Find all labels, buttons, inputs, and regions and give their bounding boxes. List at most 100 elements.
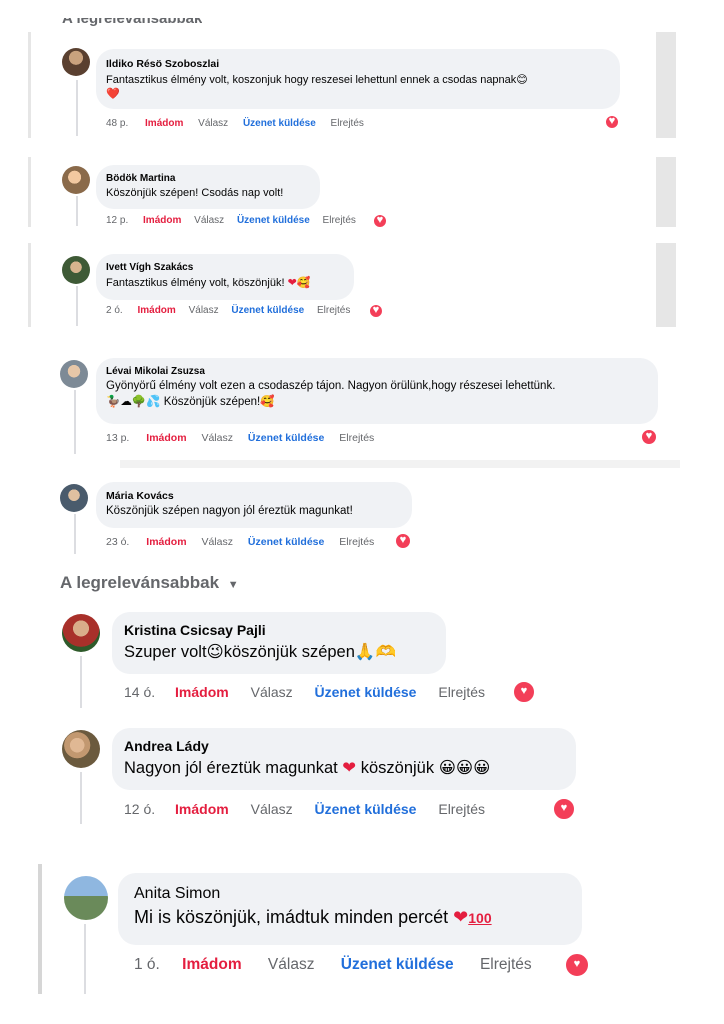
reply-button[interactable]: Válasz bbox=[201, 536, 233, 548]
hide-button[interactable]: Elrejtés bbox=[339, 432, 374, 444]
reply-button[interactable]: Válasz bbox=[251, 684, 293, 700]
comment-author[interactable]: Lévai Mikolai Zsuzsa bbox=[106, 366, 648, 377]
red-heart-emoji-icon: ❤ bbox=[342, 759, 357, 777]
thread-line bbox=[84, 924, 86, 994]
section-header-label: A legrelevánsabbak bbox=[60, 573, 220, 592]
comment-time[interactable]: 2 ó. bbox=[106, 305, 123, 316]
avatar[interactable] bbox=[62, 166, 90, 194]
smile-emoji-icon: 😊 bbox=[516, 74, 528, 86]
comment-author[interactable]: Bödök Martina bbox=[106, 173, 310, 184]
love-reaction-icon[interactable] bbox=[394, 532, 412, 550]
comment-text: Szuper volt😉köszönjük szépen🙏🫶 bbox=[124, 643, 397, 661]
hide-button[interactable]: Elrejtés bbox=[317, 305, 350, 316]
praying-hands-emoji-icon: 🙏 bbox=[354, 643, 376, 661]
comment-author[interactable]: Andrea Lády bbox=[124, 738, 564, 754]
like-button[interactable]: Imádom bbox=[146, 432, 186, 444]
reply-button[interactable]: Válasz bbox=[198, 118, 228, 129]
comment-time[interactable]: 12 ó. bbox=[124, 801, 155, 817]
comment-bubble: Anita Simon Mi is köszönjük, imádtuk min… bbox=[118, 873, 582, 945]
hide-button[interactable]: Elrejtés bbox=[323, 215, 356, 226]
love-reaction-icon[interactable] bbox=[512, 680, 536, 704]
send-message-button[interactable]: Üzenet küldése bbox=[315, 684, 417, 700]
avatar[interactable] bbox=[62, 256, 90, 284]
screenshot-border bbox=[656, 32, 676, 138]
smile-emoji-icon: 😉 bbox=[206, 643, 224, 661]
screenshot-border bbox=[120, 460, 680, 468]
comment-text-line2: 🦆☁🌳💦 Köszönjük szépen!🥰 bbox=[106, 396, 275, 408]
hide-button[interactable]: Elrejtés bbox=[480, 956, 532, 974]
comment-time[interactable]: 13 p. bbox=[106, 432, 129, 444]
comment-time[interactable]: 23 ó. bbox=[106, 536, 129, 548]
send-message-button[interactable]: Üzenet küldése bbox=[315, 801, 417, 817]
reply-button[interactable]: Válasz bbox=[189, 305, 219, 316]
water-emoji-icon: 💦 bbox=[146, 396, 161, 408]
reply-button[interactable]: Válasz bbox=[194, 215, 224, 226]
send-message-button[interactable]: Üzenet küldése bbox=[248, 432, 324, 444]
avatar[interactable] bbox=[62, 614, 100, 652]
like-button[interactable]: Imádom bbox=[182, 956, 241, 974]
like-button[interactable]: Imádom bbox=[145, 118, 183, 129]
love-reaction-icon[interactable] bbox=[368, 303, 384, 319]
send-message-button[interactable]: Üzenet küldése bbox=[341, 956, 454, 974]
thread-line bbox=[80, 656, 82, 708]
like-button[interactable]: Imádom bbox=[143, 215, 181, 226]
reply-button[interactable]: Válasz bbox=[201, 432, 233, 444]
hide-button[interactable]: Elrejtés bbox=[438, 801, 485, 817]
duck-emoji-icon: 🦆 bbox=[106, 396, 121, 408]
thread-line bbox=[76, 286, 78, 326]
grinning-emoji-icon: 😀😀😀 bbox=[438, 759, 491, 777]
section-header[interactable]: A legrelevánsabbak ▼ bbox=[60, 573, 239, 593]
comment-text: Fantasztikus élmény volt, koszonjuk hogy… bbox=[106, 74, 528, 86]
avatar[interactable] bbox=[62, 730, 100, 768]
avatar[interactable] bbox=[60, 360, 88, 388]
comment-author[interactable]: Ildiko Résö Szoboszlai bbox=[106, 58, 610, 70]
comment-actions: 12 p. Imádom Válasz Üzenet küldése Elrej… bbox=[106, 215, 356, 226]
comment-time[interactable]: 48 p. bbox=[106, 118, 128, 129]
avatar[interactable] bbox=[64, 876, 108, 920]
cloud-emoji-icon: ☁ bbox=[120, 396, 132, 408]
comment-actions: 23 ó. Imádom Válasz Üzenet küldése Elrej… bbox=[106, 536, 374, 548]
hide-button[interactable]: Elrejtés bbox=[331, 118, 364, 129]
comment-time[interactable]: 14 ó. bbox=[124, 684, 155, 700]
love-reaction-icon[interactable] bbox=[552, 797, 576, 821]
send-message-button[interactable]: Üzenet küldése bbox=[237, 215, 310, 226]
section-header-partial[interactable]: A legrelevánsabbak ▼ bbox=[62, 18, 202, 32]
like-button[interactable]: Imádom bbox=[137, 305, 175, 316]
love-reaction-icon[interactable] bbox=[564, 952, 590, 978]
comment-author[interactable]: Kristina Csicsay Pajli bbox=[124, 622, 434, 638]
avatar[interactable] bbox=[60, 484, 88, 512]
chevron-down-icon: ▼ bbox=[227, 579, 239, 591]
love-reaction-icon[interactable] bbox=[372, 213, 388, 229]
screenshot-border bbox=[28, 157, 31, 227]
thread-line bbox=[80, 772, 82, 824]
send-message-button[interactable]: Üzenet küldése bbox=[231, 305, 304, 316]
comment-bubble: Andrea Lády Nagyon jól éreztük magunkat … bbox=[112, 728, 576, 790]
screenshot-border bbox=[28, 32, 31, 138]
comment-actions: 2 ó. Imádom Válasz Üzenet küldése Elrejt… bbox=[106, 305, 350, 316]
comment-actions: 12 ó. Imádom Válasz Üzenet küldése Elrej… bbox=[124, 801, 485, 817]
hide-button[interactable]: Elrejtés bbox=[438, 684, 485, 700]
avatar[interactable] bbox=[62, 48, 90, 76]
comment-actions: 13 p. Imádom Válasz Üzenet küldése Elrej… bbox=[106, 432, 374, 444]
comment-author[interactable]: Ivett Vígh Szakács bbox=[106, 262, 344, 273]
like-button[interactable]: Imádom bbox=[146, 536, 186, 548]
comment-text: Mi is köszönjük, imádtuk minden percét ❤… bbox=[134, 907, 492, 927]
like-button[interactable]: Imádom bbox=[175, 684, 229, 700]
screenshot-border bbox=[38, 864, 42, 994]
comment-time[interactable]: 12 p. bbox=[106, 215, 128, 226]
love-reaction-icon[interactable] bbox=[604, 114, 620, 130]
reply-button[interactable]: Válasz bbox=[251, 801, 293, 817]
comment-text: Gyönyörű élmény volt ezen a csodaszép tá… bbox=[106, 380, 556, 392]
comment-actions: 1 ó. Imádom Válasz Üzenet küldése Elrejt… bbox=[134, 956, 532, 974]
send-message-button[interactable]: Üzenet küldése bbox=[243, 118, 316, 129]
love-reaction-icon[interactable] bbox=[640, 428, 658, 446]
comment-time[interactable]: 1 ó. bbox=[134, 956, 160, 974]
send-message-button[interactable]: Üzenet küldése bbox=[248, 536, 324, 548]
comment-author[interactable]: Mária Kovács bbox=[106, 490, 402, 502]
reply-button[interactable]: Válasz bbox=[268, 956, 315, 974]
screenshot-border bbox=[656, 243, 676, 327]
hide-button[interactable]: Elrejtés bbox=[339, 536, 374, 548]
comment-author[interactable]: Anita Simon bbox=[134, 885, 566, 903]
heart-hands-emoji-icon: 🫶 bbox=[375, 643, 397, 661]
like-button[interactable]: Imádom bbox=[175, 801, 229, 817]
